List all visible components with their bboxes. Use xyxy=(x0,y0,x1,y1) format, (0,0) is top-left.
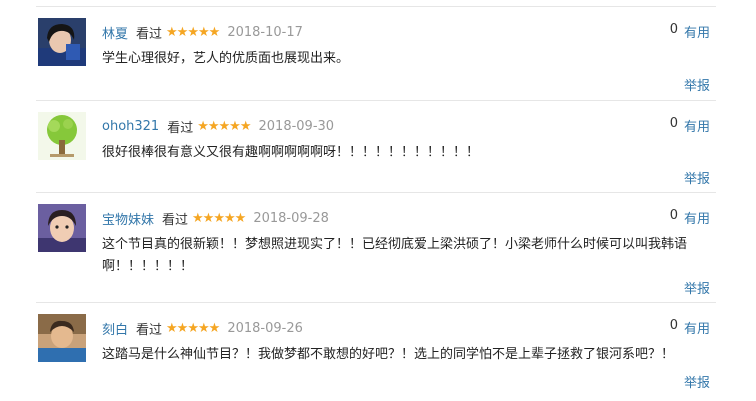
watched-label: 看过 xyxy=(136,26,163,42)
avatar-person-purple-icon xyxy=(38,204,86,252)
review-divider xyxy=(36,302,716,303)
review-date: 2018-10-17 xyxy=(227,24,303,40)
review-divider xyxy=(36,100,716,101)
username-link[interactable]: ohoh321 xyxy=(102,119,159,134)
review-date: 2018-09-26 xyxy=(227,320,303,336)
rating-stars: ★★★★★ xyxy=(197,118,251,134)
rating-stars: ★★★★★ xyxy=(166,320,220,336)
useful-count: 0 xyxy=(669,318,678,333)
review-content: 这个节目真的很新颖！！梦想照进现实了！！已经彻底爱上梁洪硕了！小梁老师什么时候可… xyxy=(102,237,688,274)
review-item: 宝物妹妹 看过 ★★★★★ 2018-09-28 0 有用 这个节目真的很新颖！… xyxy=(36,198,716,297)
rating-stars: ★★★★★ xyxy=(192,210,246,226)
useful-count: 0 xyxy=(669,116,678,131)
review-divider xyxy=(36,192,716,193)
report-link[interactable]: 举报 xyxy=(684,372,710,391)
review-header: 宝物妹妹 看过 ★★★★★ 2018-09-28 xyxy=(102,208,329,228)
useful-button[interactable]: 有用 xyxy=(684,22,710,41)
useful-vote[interactable]: 0 有用 xyxy=(670,116,710,135)
review-content: 很好很棒很有意义又很有趣啊啊啊啊啊呀！！！！！！！！！！！ xyxy=(102,145,480,160)
username-link[interactable]: 刻白 xyxy=(102,319,128,338)
useful-count: 0 xyxy=(669,208,678,223)
top-divider xyxy=(36,6,716,7)
avatar[interactable] xyxy=(38,204,86,252)
avatar-green-tree-icon xyxy=(38,112,86,160)
avatar-person-dark-hair-icon xyxy=(38,18,86,66)
avatar-person-meme-icon xyxy=(38,314,86,362)
watched-label: 看过 xyxy=(162,212,189,228)
rating-stars: ★★★★★ xyxy=(166,24,220,40)
report-link[interactable]: 举报 xyxy=(684,168,710,187)
username-link[interactable]: 宝物妹妹 xyxy=(102,209,154,228)
review-item: 刻白 看过 ★★★★★ 2018-09-26 0 有用 这踏马是什么神仙节目？！… xyxy=(36,308,716,400)
report-link[interactable]: 举报 xyxy=(684,75,710,94)
review-header: 刻白 看过 ★★★★★ 2018-09-26 xyxy=(102,318,303,338)
watched-label: 看过 xyxy=(167,120,194,136)
review-content: 这踏马是什么神仙节目？！我做梦都不敢想的好吧？！选上的同学怕不是上辈子拯救了银河… xyxy=(102,347,675,362)
review-date: 2018-09-30 xyxy=(258,118,335,134)
review-header: ohoh321 看过 ★★★★★ 2018-09-30 xyxy=(102,116,334,136)
useful-vote[interactable]: 0 有用 xyxy=(670,318,710,337)
review-content: 学生心理很好，艺人的优质面也展现出来。 xyxy=(102,51,350,66)
avatar[interactable] xyxy=(38,314,86,362)
useful-vote[interactable]: 0 有用 xyxy=(670,208,710,227)
report-link[interactable]: 举报 xyxy=(684,278,710,297)
avatar[interactable] xyxy=(38,112,86,160)
review-item: ohoh321 看过 ★★★★★ 2018-09-30 0 有用 很好很棒很有意… xyxy=(36,106,716,198)
watched-label: 看过 xyxy=(136,322,163,338)
useful-button[interactable]: 有用 xyxy=(684,116,710,135)
review-date: 2018-09-28 xyxy=(253,210,329,226)
review-item: 林夏 看过 ★★★★★ 2018-10-17 0 有用 学生心理很好，艺人的优质… xyxy=(36,12,716,104)
username-link[interactable]: 林夏 xyxy=(102,23,128,42)
review-header: 林夏 看过 ★★★★★ 2018-10-17 xyxy=(102,22,303,42)
useful-button[interactable]: 有用 xyxy=(684,318,710,337)
useful-count: 0 xyxy=(669,22,678,37)
avatar[interactable] xyxy=(38,18,86,66)
useful-button[interactable]: 有用 xyxy=(684,208,710,227)
useful-vote[interactable]: 0 有用 xyxy=(670,22,710,41)
